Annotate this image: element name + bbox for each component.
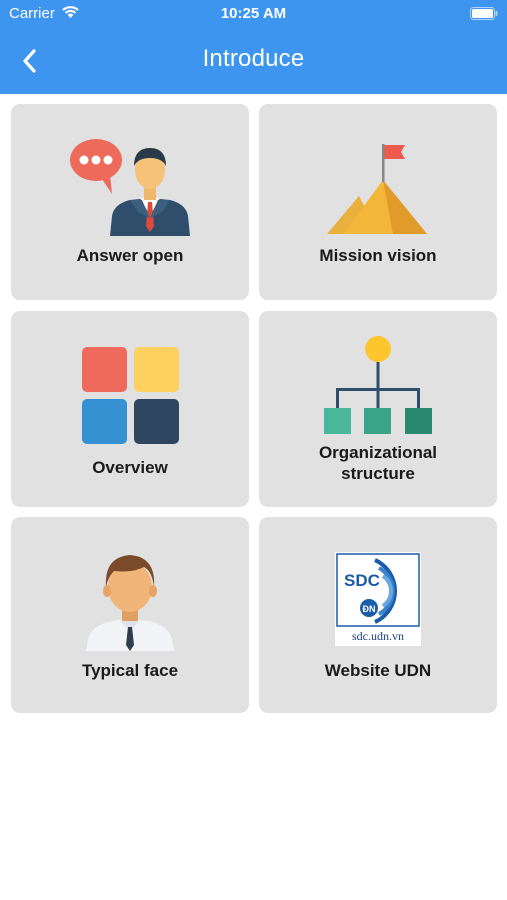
- card-label: Website UDN: [324, 661, 432, 680]
- mountain-flag-icon: [327, 144, 427, 234]
- header: Carrier 10:25 AM Introduce: [0, 0, 507, 94]
- card-label: Overview: [92, 458, 168, 477]
- card-overview[interactable]: Overview: [11, 311, 249, 507]
- sdc-logo-icon: SDC ĐN sdc.udn.vn: [335, 552, 421, 646]
- org-chart-icon: [324, 336, 432, 434]
- card-label: Typical face: [81, 661, 179, 680]
- card-mission-vision[interactable]: Mission vision: [259, 104, 497, 300]
- card-label: Mission vision: [319, 246, 437, 265]
- card-typical-face[interactable]: Typical face: [11, 517, 249, 713]
- color-tiles-icon: [82, 347, 179, 444]
- card-answer-open[interactable]: Answer open: [11, 104, 249, 300]
- page-title: Introduce: [202, 45, 305, 72]
- card-label: Organizational structure: [318, 443, 438, 483]
- status-bar: Carrier 10:25 AM: [0, 0, 507, 28]
- sdc-logo-badge: ĐN: [363, 604, 376, 614]
- battery-icon: [470, 7, 498, 20]
- sdc-logo-text: SDC: [344, 571, 380, 590]
- clock: 10:25 AM: [220, 5, 287, 22]
- card-organizational-structure[interactable]: Organizational structure: [259, 311, 497, 507]
- chat-businessman-icon: [70, 139, 190, 236]
- nav-bar: Introduce: [0, 40, 507, 80]
- sdc-logo-url: sdc.udn.vn: [352, 629, 404, 643]
- person-icon: [86, 555, 174, 651]
- card-website-udn[interactable]: SDC ĐN sdc.udn.vn Website UDN: [259, 517, 497, 713]
- card-label: Answer open: [76, 246, 184, 265]
